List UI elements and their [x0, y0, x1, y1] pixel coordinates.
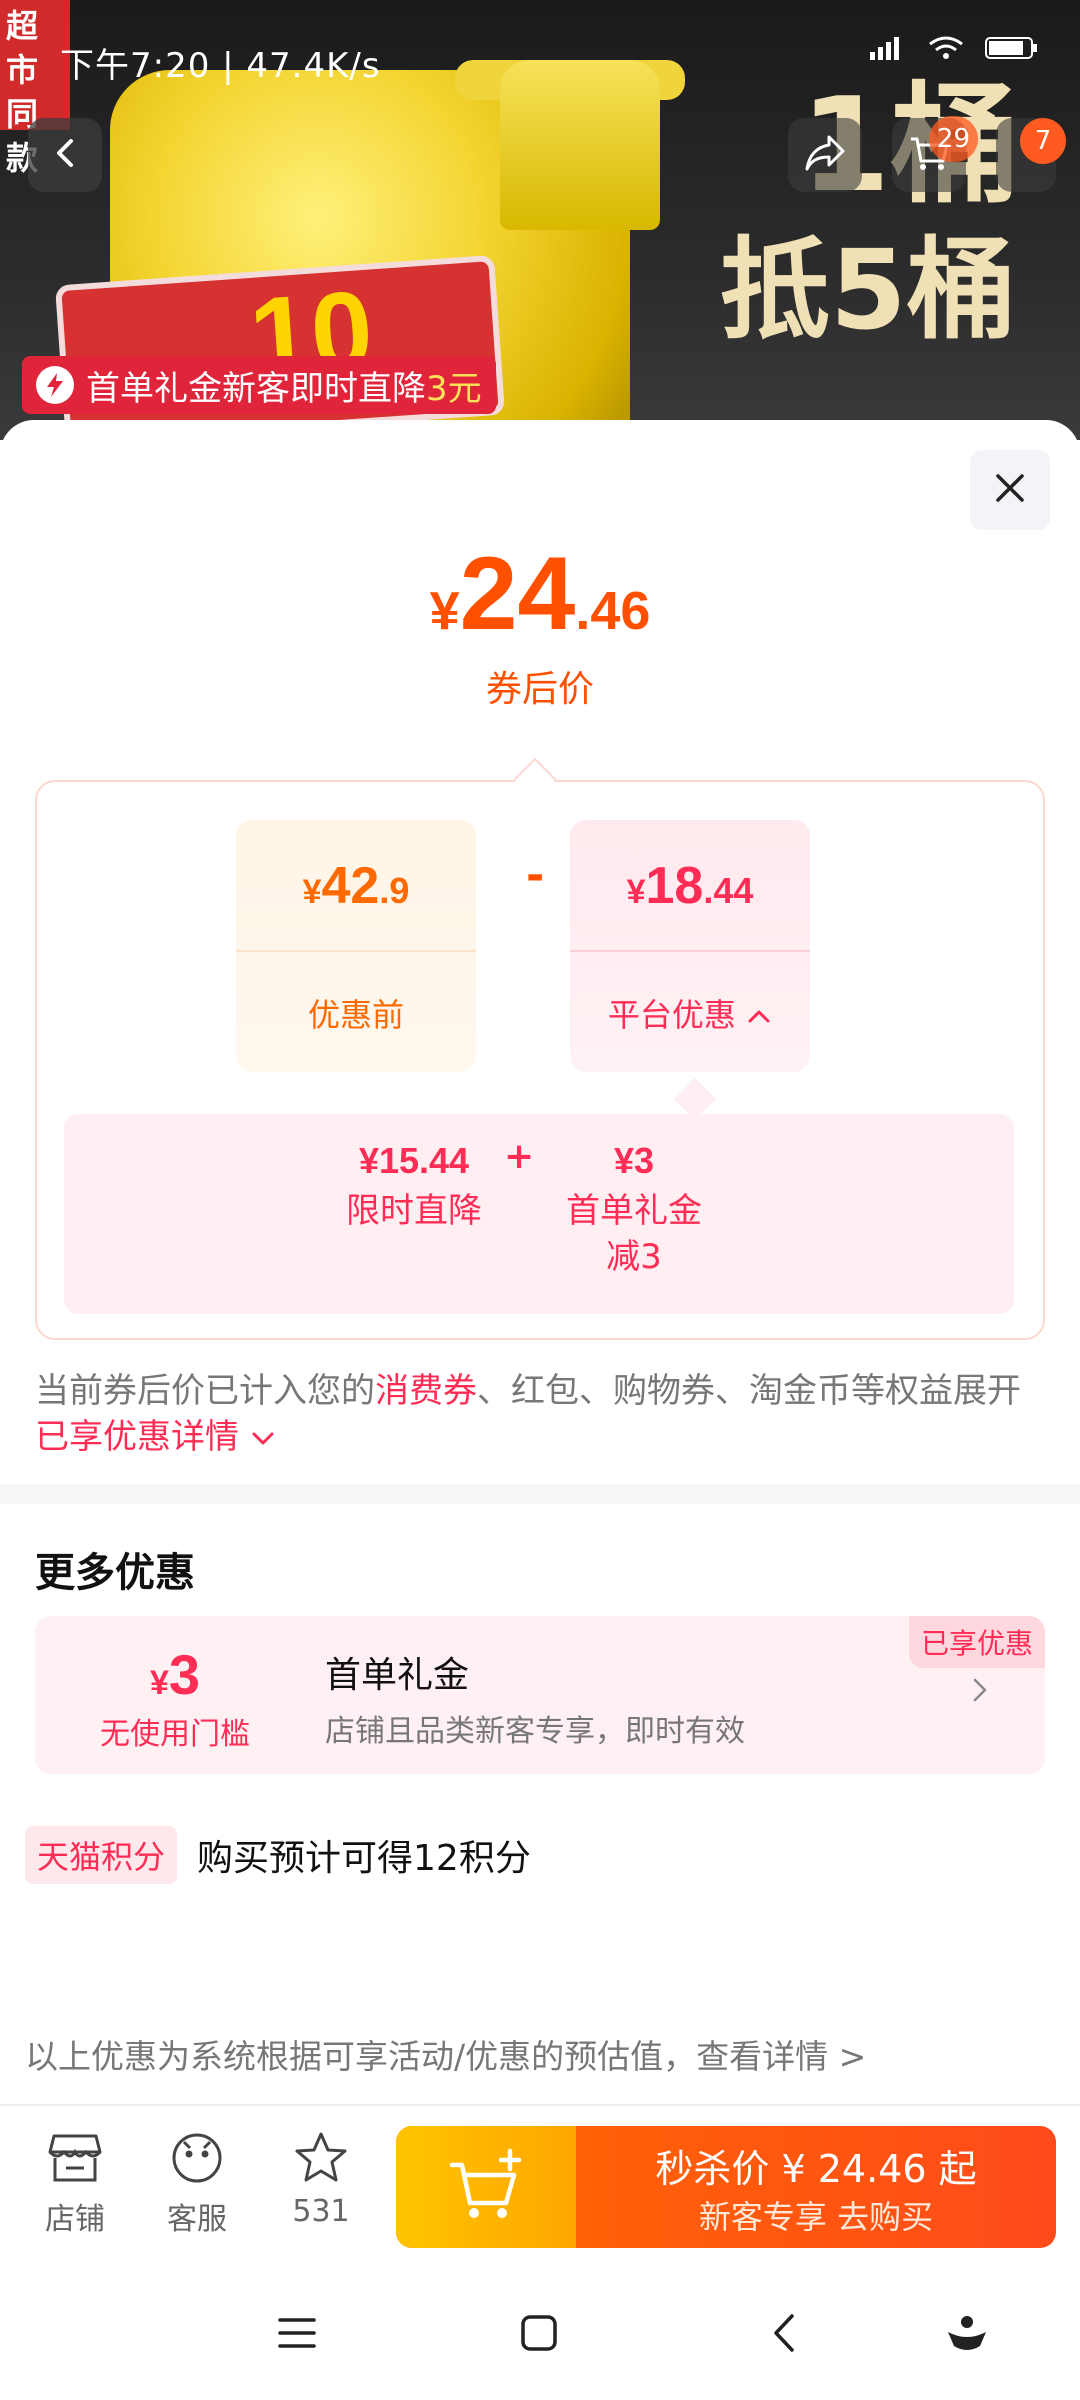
final-price: ¥24.46	[0, 535, 1080, 654]
store-icon	[20, 2130, 130, 2186]
share-button[interactable]	[788, 118, 862, 192]
final-price-integer: 24	[459, 536, 576, 652]
coupon-threshold: 无使用门槛	[100, 1717, 250, 1752]
first-order-gift-label: 首单礼金	[566, 1191, 702, 1231]
platform-discount-card[interactable]: ¥18.44 平台优惠	[570, 820, 810, 1072]
add-cart-icon	[446, 2147, 526, 2227]
home-icon[interactable]	[516, 2310, 562, 2360]
first-order-banner-amount: 3元	[426, 368, 482, 409]
first-order-banner-text: 首单礼金新客即时直降	[86, 368, 426, 409]
share-icon	[803, 133, 847, 177]
status-icons	[868, 34, 1040, 69]
chevron-left-icon	[47, 135, 83, 175]
limited-time-discount: ¥15.44 限时直降	[334, 1140, 494, 1234]
service-label: 客服	[167, 2202, 227, 2237]
final-price-currency: ¥	[429, 581, 460, 641]
limited-time-discount-label: 限时直降	[346, 1191, 482, 1231]
favorites-count: 531	[292, 2194, 350, 2229]
assistant-icon[interactable]	[944, 2310, 990, 2360]
price-before-value: ¥42.9	[302, 857, 410, 915]
coupon-status-tag: 已享优惠	[908, 1616, 1045, 1668]
tmall-points-tag: 天猫积分	[25, 1826, 178, 1884]
tmall-points-text: 购买预计可得12积分	[197, 1838, 531, 1879]
price-before-card: ¥42.9 优惠前	[236, 820, 476, 1072]
price-note: 当前券后价已计入您的消费券、红包、购物券、淘金币等权益展开已享优惠详情	[35, 1371, 1021, 1457]
final-price-caption: 券后价	[485, 669, 594, 710]
limited-time-discount-value: ¥15.44	[358, 1140, 470, 1181]
shop-label: 店铺	[45, 2202, 105, 2237]
hero-headline-2: 抵5桶	[720, 226, 1017, 354]
lightning-icon	[36, 366, 74, 404]
star-icon	[266, 2130, 376, 2186]
back-button[interactable]	[28, 118, 102, 192]
cart-button[interactable]: 29	[892, 116, 978, 192]
consumer-coupon-link[interactable]: 消费券	[375, 1371, 477, 1411]
cart-count-badge: 29	[928, 116, 978, 162]
chevron-right-icon	[971, 1676, 989, 1712]
buy-now-button[interactable]: 秒杀价 ¥ 24.46 起 新客专享 去购买	[396, 2126, 1056, 2248]
favorite-button[interactable]: 531	[266, 2130, 376, 2229]
flash-sale-price: 秒杀价 ¥ 24.46 起	[655, 2147, 977, 2191]
chevron-down-icon	[250, 1417, 276, 1457]
close-button[interactable]	[970, 450, 1050, 530]
message-count-badge: 7	[1020, 118, 1066, 164]
minus-operator: -	[526, 850, 545, 901]
system-navigation-bar	[0, 2270, 1080, 2400]
add-to-cart-button[interactable]	[396, 2126, 576, 2248]
customer-service-button[interactable]: 客服	[142, 2130, 252, 2238]
price-before-label: 优惠前	[307, 996, 404, 1034]
enjoyed-discount-details-toggle[interactable]: 已享优惠详情	[35, 1417, 276, 1457]
coupon-card[interactable]: ¥3 无使用门槛 首单礼金 店铺且品类新客专享，即时有效 已享优惠	[35, 1616, 1045, 1774]
section-separator	[0, 1484, 1080, 1504]
first-order-gift-sub: 减3	[606, 1237, 662, 1277]
first-order-gift-value: ¥3	[613, 1140, 655, 1181]
chevron-up-icon	[746, 996, 772, 1034]
platform-discount-details: ¥15.44 限时直降 + ¥3 首单礼金 减3	[64, 1114, 1014, 1314]
signal-icon	[868, 34, 908, 69]
wifi-icon	[926, 34, 966, 69]
status-time-speed: 下午7:20 | 47.4K/s	[60, 46, 381, 86]
coupon-name: 首单礼金	[325, 1655, 470, 1696]
shop-button[interactable]: 店铺	[20, 2130, 130, 2238]
buy-now-label: 新客专享 去购买	[698, 2198, 934, 2236]
more-button[interactable]: 7	[996, 118, 1066, 192]
disclaimer-link[interactable]: 以上优惠为系统根据可享活动/优惠的预估值，查看详情 >	[25, 2030, 866, 2078]
first-order-gift: ¥3 首单礼金 减3	[544, 1140, 724, 1280]
plus-operator: +	[504, 1136, 535, 1177]
final-price-decimal: .46	[575, 581, 651, 641]
platform-discount-value: ¥18.44	[626, 857, 754, 915]
service-icon	[142, 2130, 252, 2186]
platform-discount-label: 平台优惠	[570, 990, 810, 1036]
battery-icon	[984, 34, 1040, 69]
product-neck-graphic	[500, 60, 660, 230]
coupon-description: 店铺且品类新客专享，即时有效	[325, 1714, 745, 1749]
tmall-points-row: 天猫积分 购买预计可得12积分	[25, 1826, 531, 1884]
bottom-divider	[0, 2104, 1080, 2106]
more-discounts-title: 更多优惠	[35, 1550, 195, 1596]
price-detail-sheet: ¥24.46 券后价 ¥42.9 优惠前 - ¥18.44 平台优惠 ¥15.4…	[0, 420, 1080, 2400]
top-right-actions: 29 7	[788, 116, 1066, 192]
menu-icon[interactable]	[274, 2310, 320, 2360]
close-icon	[992, 470, 1028, 510]
first-order-banner: 首单礼金新客即时直降 3元	[22, 356, 496, 414]
coupon-amount: ¥3 无使用门槛	[35, 1642, 315, 1753]
back-nav-icon[interactable]	[762, 2310, 808, 2360]
